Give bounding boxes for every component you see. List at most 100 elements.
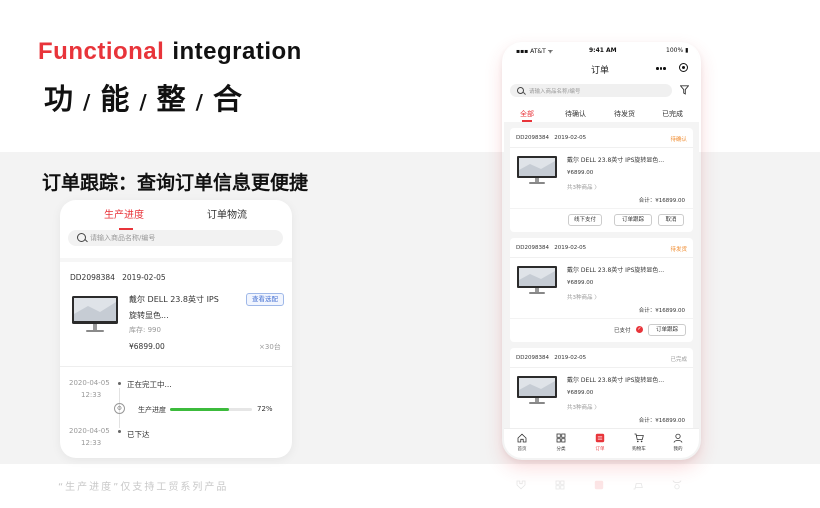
monitor-thumbnail	[72, 296, 118, 332]
paid-check-icon: ✓	[636, 326, 643, 333]
divider	[510, 147, 693, 148]
order-date: 2019-02-05	[554, 245, 587, 251]
order-date: 2019-02-05	[554, 135, 587, 141]
item-count[interactable]: 共3种商品 〉	[567, 403, 600, 411]
search-icon	[77, 233, 86, 242]
product-name-line1: 戴尔 DELL 23.8英寸 IPS	[129, 295, 219, 304]
tabbar-home[interactable]: 首页	[509, 433, 535, 452]
offline-pay-button[interactable]: 线下支付	[568, 214, 602, 226]
status-battery: 100% ▮	[666, 47, 689, 54]
tabbar-cart[interactable]: 购物车	[626, 433, 652, 452]
order-icon	[594, 480, 604, 490]
divider	[510, 208, 693, 209]
order-tracking-button[interactable]: 订单跟踪	[648, 324, 686, 336]
more-icon[interactable]	[656, 67, 666, 70]
hero-english-black: integration	[172, 38, 302, 65]
tabbar-label: 我的	[673, 447, 683, 452]
user-icon	[673, 433, 683, 443]
progress-fill	[170, 408, 230, 411]
timeline-time: 12:33	[81, 439, 102, 447]
order-icon	[595, 433, 605, 443]
order-card[interactable]: DD2098384 2019-02-05 待确认 戴尔 DELL 23.8英寸 …	[510, 128, 693, 232]
phone-header: ▪▪▪ AT&T ᯤ 9:41 AM 100% ▮ 订单 请输入商品名称/编号 …	[504, 42, 699, 122]
cancel-button[interactable]: 取消	[658, 214, 684, 226]
tabbar-category[interactable]: 分类	[548, 433, 574, 452]
timeline-date: 2020-04-05	[69, 379, 110, 387]
hero-english-red: Functional	[38, 38, 165, 65]
page-title: 订单	[591, 66, 610, 76]
order-id: DD2098384	[70, 273, 115, 282]
filter-icon[interactable]	[680, 85, 689, 95]
tabbar-label: 首页	[517, 447, 527, 452]
product-name-line2: 旋转显色...	[129, 311, 169, 320]
order-id-row: DD2098384 2019-02-05	[516, 245, 586, 251]
status-carrier: ▪▪▪ AT&T ᯤ	[516, 48, 554, 55]
tab-production-progress[interactable]: 生产进度	[104, 206, 144, 221]
divider	[60, 258, 292, 262]
view-config-button[interactable]: 查看选配	[246, 293, 284, 306]
progress-percent: 72%	[257, 405, 273, 413]
cart-icon	[634, 433, 644, 443]
hero-char: 能	[100, 82, 132, 116]
bottom-tab-bar: 首页 分类 订单 购物车 我的	[504, 428, 699, 458]
product-quantity: ×30台	[259, 343, 281, 351]
grid-icon	[555, 480, 565, 490]
cart-icon	[633, 483, 643, 490]
order-id-row: DD2098384 2019-02-05	[516, 135, 586, 141]
product-name: 戴尔 DELL 23.8英寸 IPS旋转显色...	[567, 377, 665, 384]
timeline-dot	[118, 382, 121, 385]
factory-icon: ⚙	[114, 403, 125, 414]
tab-order-logistics[interactable]: 订单物流	[207, 206, 247, 221]
order-total: 合计：¥16899.00	[638, 418, 685, 424]
order-date: 2019-02-05	[554, 355, 587, 361]
tabbar-profile[interactable]: 我的	[665, 433, 691, 452]
grid-icon	[556, 433, 566, 443]
divider	[60, 366, 292, 367]
tab-completed[interactable]: 已完成	[662, 109, 683, 119]
timeline-date: 2020-04-05	[69, 427, 110, 435]
order-id: DD2098384	[516, 355, 549, 361]
order-date: 2019-02-05	[122, 273, 166, 282]
product-name: 戴尔 DELL 23.8英寸 IPS旋转显色...	[567, 267, 665, 274]
tab-all[interactable]: 全部	[520, 109, 534, 119]
feature-title: 订单跟踪：查询订单信息更便捷	[42, 172, 309, 194]
hero-chinese-title: 功 / 能 / 整 / 合	[44, 76, 244, 118]
tab-pending-confirm[interactable]: 待确认	[565, 109, 586, 119]
active-tab-underline	[522, 120, 532, 122]
product-price: ¥6899.00	[567, 280, 594, 286]
progress-label: 生产进度	[138, 406, 166, 414]
divider	[510, 257, 693, 258]
hero-separator: /	[195, 90, 205, 114]
tracking-tabs: 生产进度 订单物流	[60, 206, 292, 230]
product-price: ¥6899.00	[567, 170, 594, 176]
search-placeholder: 请输入商品名称/编号	[529, 89, 581, 95]
order-id-row: DD2098384 2019-02-05	[70, 273, 166, 282]
tabbar-orders[interactable]: 订单	[587, 433, 613, 452]
phone-search-input[interactable]: 请输入商品名称/编号	[510, 84, 672, 97]
close-target-icon[interactable]	[679, 63, 688, 72]
hero-separator: /	[139, 90, 149, 114]
hero-english-title: Functional integration	[38, 38, 302, 66]
stock-text: 库存: 990	[129, 326, 161, 334]
search-icon	[517, 87, 524, 94]
home-icon	[516, 480, 526, 490]
divider	[510, 367, 693, 368]
monitor-thumbnail	[517, 156, 557, 184]
divider	[510, 318, 693, 319]
hero-char: 功	[44, 82, 76, 116]
hero-char: 整	[156, 82, 188, 116]
order-id: DD2098384	[516, 135, 549, 141]
order-tracking-button[interactable]: 订单跟踪	[614, 214, 652, 226]
product-name: 戴尔 DELL 23.8英寸 IPS旋转显色...	[567, 157, 665, 164]
status-time: 9:41 AM	[589, 47, 617, 54]
tab-pending-ship[interactable]: 待发货	[614, 109, 635, 119]
progress-bar	[170, 408, 252, 411]
hero-char: 合	[212, 82, 244, 116]
user-icon	[672, 480, 682, 490]
order-total: 合计：¥16899.00	[638, 198, 685, 204]
order-card[interactable]: DD2098384 2019-02-05 待发货 戴尔 DELL 23.8英寸 …	[510, 238, 693, 342]
search-input[interactable]: 请输入商品名称/编号	[68, 230, 283, 246]
item-count[interactable]: 共3种商品 〉	[567, 293, 600, 301]
item-count[interactable]: 共3种商品 〉	[567, 183, 600, 191]
product-price: ¥6899.00	[567, 390, 594, 396]
